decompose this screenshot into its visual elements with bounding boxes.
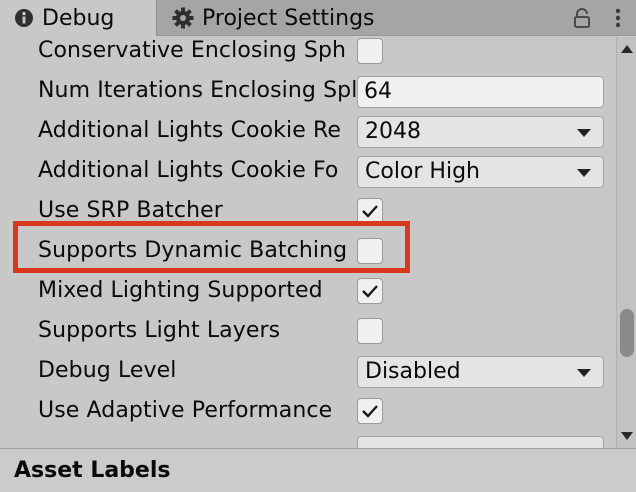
row-label: Additional Lights Cookie Fo bbox=[38, 158, 339, 183]
row-label: Additional Lights Cookie Re bbox=[38, 118, 341, 143]
row-adaptive-performance: Use Adaptive Performance bbox=[0, 391, 616, 431]
adaptive-performance-checkbox[interactable] bbox=[357, 398, 383, 424]
conservative-enclosing-checkbox[interactable] bbox=[357, 38, 383, 64]
scroll-down-arrow-icon[interactable] bbox=[621, 432, 633, 440]
tab-bar: Debug Project Settings bbox=[0, 0, 636, 36]
row-partial bbox=[0, 431, 616, 448]
row-debug-level: Debug Level Disabled bbox=[0, 351, 616, 391]
dynamic-batching-checkbox[interactable] bbox=[357, 238, 383, 264]
row-label: Mixed Lighting Supported bbox=[38, 278, 323, 303]
gear-icon bbox=[172, 7, 194, 29]
dropdown-value: Disabled bbox=[365, 359, 461, 384]
row-cookie-resolution: Additional Lights Cookie Re 2048 bbox=[0, 111, 616, 151]
lock-icon[interactable] bbox=[564, 0, 600, 36]
cookie-format-dropdown[interactable]: Color High bbox=[357, 156, 604, 188]
row-label: Debug Level bbox=[38, 358, 177, 383]
scroll-thumb[interactable] bbox=[620, 309, 634, 357]
row-label: Conservative Enclosing Sph bbox=[38, 38, 347, 63]
tab-project-settings[interactable]: Project Settings bbox=[158, 0, 375, 36]
checkmark-icon bbox=[362, 405, 378, 418]
mixed-lighting-checkbox[interactable] bbox=[357, 278, 383, 304]
num-iterations-field[interactable]: 64 bbox=[357, 76, 604, 108]
row-num-iterations: Num Iterations Enclosing Spl 64 bbox=[0, 71, 616, 111]
tab-debug-label: Debug bbox=[42, 5, 115, 31]
row-label: Supports Light Layers bbox=[38, 318, 281, 343]
checkmark-icon bbox=[362, 285, 378, 298]
row-label bbox=[38, 431, 356, 448]
scroll-up-arrow-icon[interactable] bbox=[621, 45, 633, 53]
row-label: Supports Dynamic Batching bbox=[38, 238, 348, 263]
use-srp-batcher-checkbox[interactable] bbox=[357, 198, 383, 224]
row-label: Use SRP Batcher bbox=[38, 198, 223, 223]
info-icon bbox=[14, 8, 34, 28]
light-layers-checkbox[interactable] bbox=[357, 318, 383, 344]
chevron-down-icon bbox=[577, 169, 591, 177]
row-cookie-format: Additional Lights Cookie Fo Color High bbox=[0, 151, 616, 191]
dropdown-value: 2048 bbox=[365, 119, 421, 144]
row-mixed-lighting: Mixed Lighting Supported bbox=[0, 271, 616, 311]
chevron-down-icon bbox=[577, 369, 591, 377]
chevron-down-icon bbox=[577, 129, 591, 137]
partial-dropdown[interactable] bbox=[357, 436, 604, 448]
tab-actions bbox=[564, 0, 636, 36]
tab-project-settings-label: Project Settings bbox=[202, 5, 375, 31]
dropdown-value: Color High bbox=[365, 159, 480, 184]
checkmark-icon bbox=[362, 205, 378, 218]
row-use-srp-batcher: Use SRP Batcher bbox=[0, 191, 616, 231]
settings-list: Conservative Enclosing Sph Num Iteration… bbox=[0, 37, 616, 448]
row-label: Use Adaptive Performance bbox=[38, 398, 333, 423]
tab-debug[interactable]: Debug bbox=[0, 0, 157, 36]
asset-labels-panel: Asset Labels bbox=[0, 448, 636, 492]
row-label: Num Iterations Enclosing Spl bbox=[38, 78, 356, 103]
row-dynamic-batching: Supports Dynamic Batching bbox=[0, 231, 616, 271]
debug-level-dropdown[interactable]: Disabled bbox=[357, 356, 604, 388]
more-options-icon[interactable] bbox=[600, 0, 636, 36]
row-light-layers: Supports Light Layers bbox=[0, 311, 616, 351]
row-conservative-enclosing: Conservative Enclosing Sph bbox=[0, 37, 616, 71]
asset-labels-title: Asset Labels bbox=[14, 458, 171, 483]
vertical-scrollbar[interactable] bbox=[616, 37, 636, 448]
cookie-resolution-dropdown[interactable]: 2048 bbox=[357, 116, 604, 148]
